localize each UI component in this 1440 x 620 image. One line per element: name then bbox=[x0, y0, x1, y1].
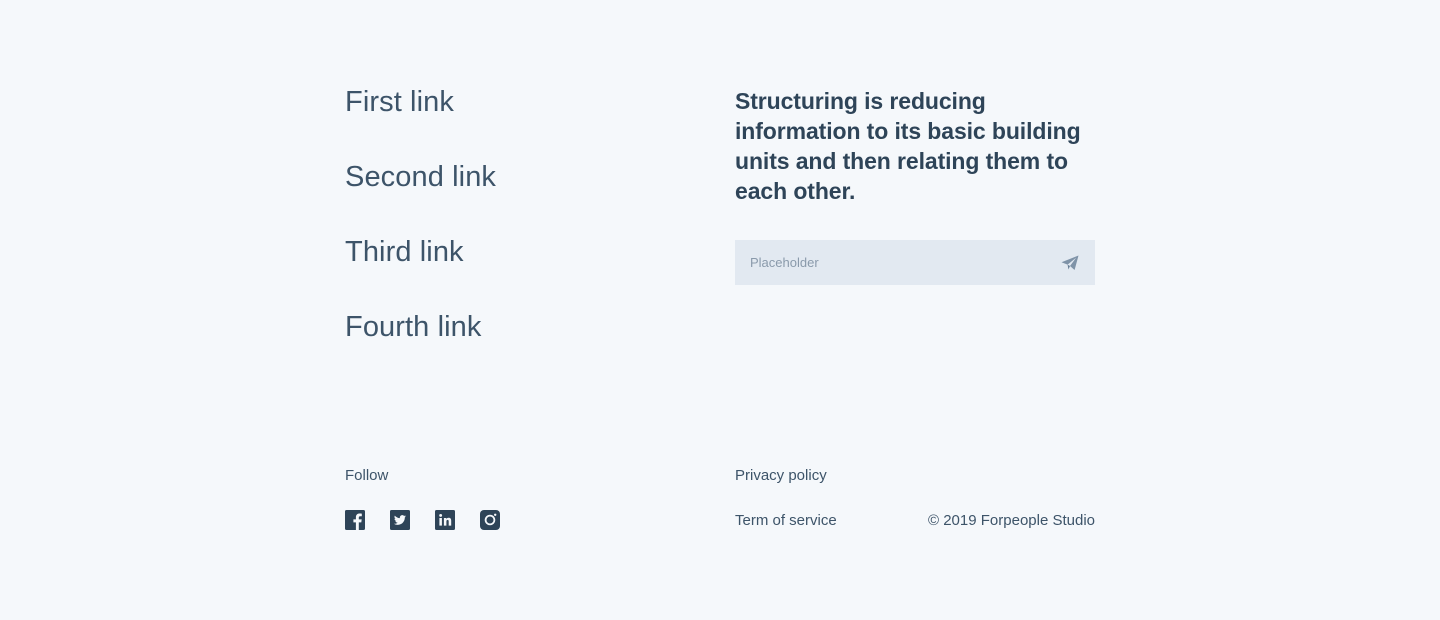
follow-label: Follow bbox=[345, 467, 389, 484]
footer-headline: Structuring is reducing information to i… bbox=[735, 88, 1081, 204]
nav-link-second[interactable]: Second link bbox=[345, 161, 496, 193]
footer-nav-item: Third link bbox=[345, 232, 496, 307]
footer-nav-item: Second link bbox=[345, 157, 496, 232]
twitter-icon bbox=[390, 510, 410, 530]
site-footer: First link Second link Third link Fourth… bbox=[0, 0, 1440, 620]
terms-of-service-link[interactable]: Term of service bbox=[735, 511, 837, 531]
footer-nav: First link Second link Third link Fourth… bbox=[345, 82, 496, 382]
subscribe-input[interactable] bbox=[735, 240, 1045, 285]
nav-link-fourth[interactable]: Fourth link bbox=[345, 311, 482, 343]
instagram-link[interactable] bbox=[480, 510, 500, 530]
linkedin-link[interactable] bbox=[435, 510, 455, 530]
send-button[interactable] bbox=[1045, 240, 1095, 285]
copyright-notice: © 2019 Forpeople Studio bbox=[928, 512, 1095, 529]
twitter-link[interactable] bbox=[390, 510, 410, 530]
privacy-policy-link[interactable]: Privacy policy bbox=[735, 466, 827, 486]
footer-nav-item: First link bbox=[345, 82, 496, 157]
paper-plane-icon bbox=[1061, 255, 1079, 270]
footer-nav-item: Fourth link bbox=[345, 307, 496, 382]
social-links bbox=[345, 510, 500, 530]
nav-link-third[interactable]: Third link bbox=[345, 236, 464, 268]
subscribe-form bbox=[735, 240, 1095, 285]
facebook-link[interactable] bbox=[345, 510, 365, 530]
facebook-icon bbox=[345, 510, 365, 530]
linkedin-icon bbox=[435, 510, 455, 530]
instagram-icon bbox=[480, 510, 500, 530]
nav-link-first[interactable]: First link bbox=[345, 86, 454, 118]
